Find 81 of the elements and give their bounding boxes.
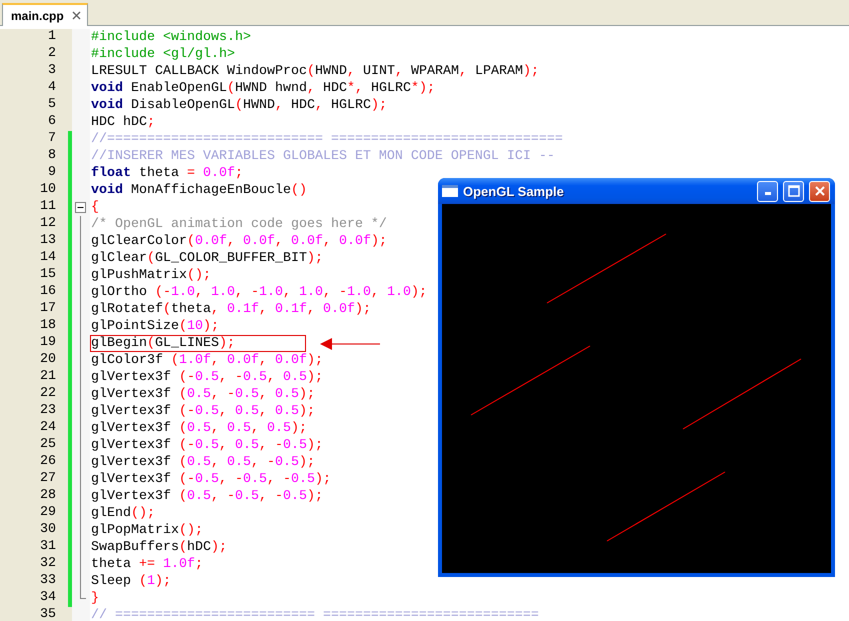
code-line: glRotatef(theta, 0.1f, 0.1f, 0.0f);: [90, 301, 372, 318]
maximize-button[interactable]: [783, 180, 804, 202]
code-line: //INSERER MES VARIABLES GLOBALES ET MON CODE OPENGL ICI --: [90, 148, 556, 165]
line-number: 14: [0, 250, 68, 267]
code-line: #include <gl/gl.h>: [90, 46, 236, 63]
maximize-icon: [788, 185, 800, 197]
line-number: 13: [0, 233, 68, 250]
code-line: glVertex3f (0.5, 0.5, 0.5);: [90, 420, 308, 437]
line-number: 8: [0, 148, 68, 165]
code-line: void MonAffichageEnBoucle(): [90, 182, 308, 199]
code-line: void EnableOpenGL(HWND hwnd, HDC*, HGLRC*);: [90, 80, 436, 97]
line-number: 20: [0, 352, 68, 369]
line-number: 33: [0, 573, 68, 590]
line-number: 2: [0, 46, 68, 63]
code-line: glVertex3f (-0.5, 0.5, -0.5);: [90, 437, 324, 454]
code-line: glEnd();: [90, 505, 156, 522]
line-number: 4: [0, 80, 68, 97]
code-line: glPushMatrix();: [90, 267, 212, 284]
line-number: 12: [0, 216, 68, 233]
line-number: 11: [0, 199, 68, 216]
window-icon: [442, 185, 458, 197]
line-number: 30: [0, 522, 68, 539]
line-number: 19: [0, 335, 68, 352]
code-line: glVertex3f (-0.5, -0.5, -0.5);: [90, 471, 332, 488]
line-number: 6: [0, 114, 68, 131]
line-number: 1: [0, 29, 68, 46]
code-line: glClear(GL_COLOR_BUFFER_BIT);: [90, 250, 324, 267]
line-number: 29: [0, 505, 68, 522]
line-number: 27: [0, 471, 68, 488]
code-line: #include <windows.h>: [90, 29, 252, 46]
line-number: 26: [0, 454, 68, 471]
code-line: }: [90, 590, 100, 607]
arrow-icon: [320, 338, 380, 350]
line-number: 34: [0, 590, 68, 607]
close-button[interactable]: [809, 180, 830, 202]
code-line: glClearColor(0.0f, 0.0f, 0.0f, 0.0f);: [90, 233, 388, 250]
line-number: 9: [0, 165, 68, 182]
line-number: 25: [0, 437, 68, 454]
line-number: 24: [0, 420, 68, 437]
line-number: 31: [0, 539, 68, 556]
line-number: 22: [0, 386, 68, 403]
line-number: 21: [0, 369, 68, 386]
code-line: glVertex3f (0.5, 0.5, -0.5);: [90, 454, 316, 471]
window-title: OpenGL Sample: [463, 184, 565, 198]
code-line: //=========================== =============================: [90, 131, 564, 148]
code-line: glOrtho (-1.0, 1.0, -1.0, 1.0, -1.0, 1.0);: [90, 284, 428, 301]
code-line: SwapBuffers(hDC);: [90, 539, 228, 556]
code-line: glColor3f (1.0f, 0.0f, 0.0f);: [90, 352, 324, 369]
code-line: theta += 1.0f;: [90, 556, 204, 573]
line-number: 28: [0, 488, 68, 505]
code-line: glVertex3f (0.5, -0.5, -0.5);: [90, 488, 324, 505]
line-number: 7: [0, 131, 68, 148]
code-line: glPointSize(10);: [90, 318, 220, 335]
line-number: 10: [0, 182, 68, 199]
code-line: // ========================= ===========================: [90, 607, 540, 621]
line-number: 3: [0, 63, 68, 80]
code-line: void DisableOpenGL(HWND, HDC, HGLRC);: [90, 97, 388, 114]
code-line: LRESULT CALLBACK WindowProc(HWND, UINT, WPARAM, LPARAM);: [90, 63, 540, 80]
code-line: glPopMatrix();: [90, 522, 204, 539]
code-line: Sleep (1);: [90, 573, 172, 590]
line-number: 32: [0, 556, 68, 573]
code-line: glVertex3f (0.5, -0.5, 0.5);: [90, 386, 316, 403]
close-icon: [814, 185, 826, 197]
line-number: 23: [0, 403, 68, 420]
line-number: 5: [0, 97, 68, 114]
fold-margin: [72, 29, 90, 46]
minimize-button[interactable]: [757, 180, 778, 202]
code-line: glVertex3f (-0.5, -0.5, 0.5);: [90, 369, 324, 386]
line-number: 17: [0, 301, 68, 318]
code-line: glVertex3f (-0.5, 0.5, 0.5);: [90, 403, 316, 420]
code-line: /* OpenGL animation code goes here */: [90, 216, 388, 233]
code-line: {: [90, 199, 100, 216]
fold-minus-icon[interactable]: [75, 202, 86, 213]
code-line: HDC hDC;: [90, 114, 156, 131]
line-number: 18: [0, 318, 68, 335]
file-tab[interactable]: main.cpp: [2, 3, 88, 26]
close-icon[interactable]: [72, 11, 81, 20]
line-number: 15: [0, 267, 68, 284]
line-number: 16: [0, 284, 68, 301]
code-line: float theta = 0.0f;: [90, 165, 244, 182]
line-number: 35: [0, 607, 68, 621]
